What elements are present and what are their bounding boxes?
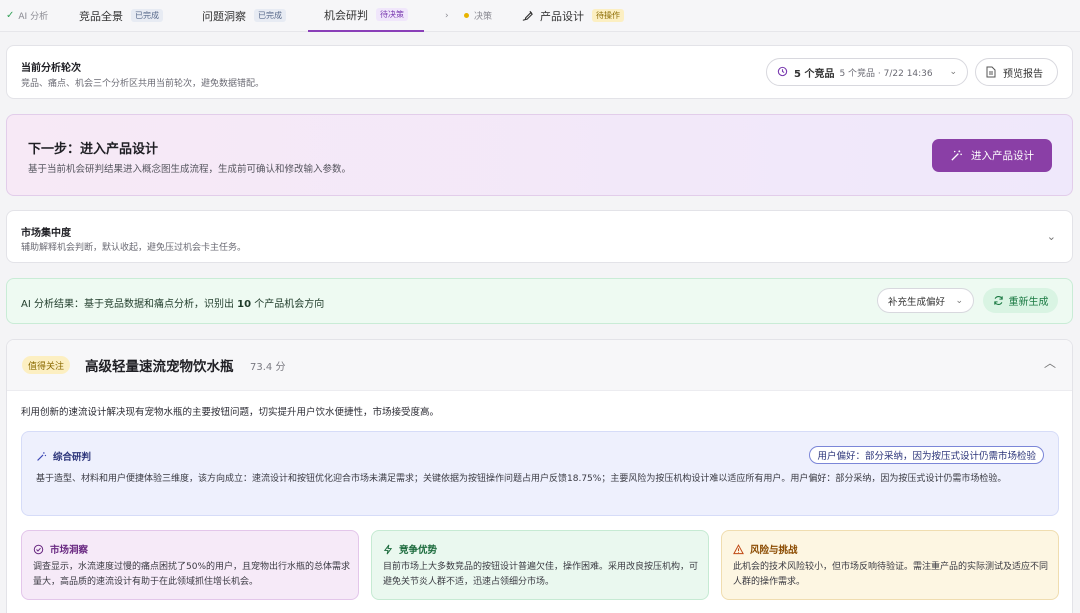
round-title: 当前分析轮次 bbox=[21, 63, 81, 74]
check-circle-icon bbox=[33, 544, 44, 555]
step-opportunity[interactable]: 机会研判 待决策 bbox=[308, 0, 424, 32]
step-separator: › bbox=[445, 0, 449, 32]
brush-icon bbox=[521, 9, 534, 23]
preview-report-button[interactable]: 预览报告 bbox=[975, 58, 1058, 86]
synthesis-body: 基于造型、材料和用户便捷体验三维度，该方向成立：速流设计和按钮优化迎合市场未满足… bbox=[36, 474, 1007, 484]
chevron-down-icon: ⌄ bbox=[949, 67, 957, 77]
magic-wand-icon bbox=[36, 451, 47, 462]
warning-icon bbox=[733, 543, 744, 555]
status-dot bbox=[464, 13, 469, 18]
step-product-design[interactable]: 产品设计 待操作 bbox=[521, 0, 624, 32]
step-bar: ✓ AI 分析 竞品全景 已完成 问题洞察 已完成 机会研判 待决策 › 决策 … bbox=[0, 0, 1080, 32]
user-preference-badge: 用户偏好：部分采纳，因为按压式设计仍需市场检验 bbox=[809, 446, 1044, 464]
step-ai-analysis[interactable]: ✓ AI 分析 bbox=[6, 0, 48, 32]
status-badge: 值得关注 bbox=[22, 356, 71, 374]
refresh-icon bbox=[993, 295, 1004, 307]
next-step-title: 下一步：进入产品设计 bbox=[28, 142, 159, 157]
round-selector-main: 5 个竞品 bbox=[794, 68, 835, 80]
opportunity-summary: 利用创新的速流设计解决现有宠物水瓶的主要按钮问题，切实提升用户饮水便捷性，市场接… bbox=[21, 407, 440, 418]
check-icon: ✓ bbox=[6, 10, 15, 21]
lightning-icon bbox=[383, 544, 393, 555]
page: ✓ AI 分析 竞品全景 已完成 问题洞察 已完成 机会研判 待决策 › 决策 … bbox=[0, 0, 1080, 613]
round-selector-sub: 5 个竞品 · 7/22 14:36 bbox=[839, 68, 933, 79]
synthesis-title: 综合研判 bbox=[36, 449, 91, 463]
step-competitor-overview[interactable]: 竞品全景 已完成 bbox=[79, 0, 163, 32]
magic-wand-icon bbox=[950, 149, 963, 162]
status-badge: 已完成 bbox=[131, 9, 163, 22]
market-insight-card: 市场洞察 调查显示，水流速度过慢的痛点困扰了50%的用户，且宠物出行水瓶的总体需… bbox=[21, 530, 359, 600]
market-title: 市场集中度 bbox=[21, 228, 71, 239]
chevron-up-icon[interactable]: ︿ bbox=[1044, 354, 1056, 371]
chevron-down-icon: ⌄ bbox=[955, 295, 963, 306]
competitive-advantage-body: 目前市场上大多数竞品的按钮设计普遍欠佳，操作困难。采用改良按压机构，可避免关节炎… bbox=[383, 562, 699, 587]
risk-challenge-body: 此机会的技术风险较小，但市场反响待验证。需注重产品的实际测试及适应不同人群的操作… bbox=[733, 562, 1049, 587]
supplement-preference-button[interactable]: 补充生成偏好 ⌄ bbox=[877, 288, 974, 313]
step-problem-insight[interactable]: 问题洞察 已完成 bbox=[202, 0, 286, 32]
round-desc: 竞品、痛点、机会三个分析区共用当前轮次，避免数据错配。 bbox=[21, 79, 265, 89]
chevron-right-icon: › bbox=[445, 10, 449, 21]
regenerate-button[interactable]: 重新生成 bbox=[983, 288, 1058, 313]
next-step-card: 下一步：进入产品设计 基于当前机会研判结果进入概念图生成流程，生成前可确认和修改… bbox=[6, 114, 1073, 196]
enter-product-design-button[interactable]: 进入产品设计 bbox=[932, 139, 1052, 172]
opportunity-card: 值得关注 高级轻量速流宠物饮水瓶 73.4 分 ︿ 利用创新的速流设计解决现有宠… bbox=[6, 339, 1073, 613]
opportunity-header[interactable]: 值得关注 高级轻量速流宠物饮水瓶 73.4 分 ︿ bbox=[7, 340, 1072, 391]
status-badge: 待决策 bbox=[376, 8, 408, 21]
market-insight-body: 调查显示，水流速度过慢的痛点困扰了50%的用户，且宠物出行水瓶的总体需求量大，高… bbox=[33, 562, 351, 587]
market-concentration-card[interactable]: 市场集中度 辅助解释机会判断，默认收起，避免压过机会卡主任务。 ⌄ bbox=[6, 210, 1073, 263]
step-decision[interactable]: 决策 bbox=[464, 0, 492, 32]
opportunity-score: 73.4 分 bbox=[250, 362, 286, 373]
round-selector[interactable]: 5 个竞品 5 个竞品 · 7/22 14:36 ⌄ bbox=[766, 58, 968, 86]
next-step-desc: 基于当前机会研判结果进入概念图生成流程，生成前可确认和修改输入参数。 bbox=[28, 164, 352, 175]
history-icon bbox=[777, 66, 788, 78]
opportunity-title: 高级轻量速流宠物饮水瓶 bbox=[85, 359, 234, 375]
ai-result-text: AI 分析结果：基于竞品数据和痛点分析，识别出 10 个产品机会方向 bbox=[21, 299, 325, 310]
document-icon bbox=[986, 66, 996, 78]
competitive-advantage-card: 竞争优势 目前市场上大多数竞品的按钮设计普遍欠佳，操作困难。采用改良按压机构，可… bbox=[371, 530, 709, 600]
chevron-down-icon[interactable]: ⌄ bbox=[1047, 230, 1056, 243]
status-badge: 待操作 bbox=[592, 9, 624, 22]
market-desc: 辅助解释机会判断，默认收起，避免压过机会卡主任务。 bbox=[21, 243, 247, 253]
synthesis-box: 综合研判 用户偏好：部分采纳，因为按压式设计仍需市场检验 基于造型、材料和用户便… bbox=[21, 431, 1059, 516]
risk-challenge-card: 风险与挑战 此机会的技术风险较小，但市场反响待验证。需注重产品的实际测试及适应不… bbox=[721, 530, 1059, 600]
status-badge: 已完成 bbox=[254, 9, 286, 22]
